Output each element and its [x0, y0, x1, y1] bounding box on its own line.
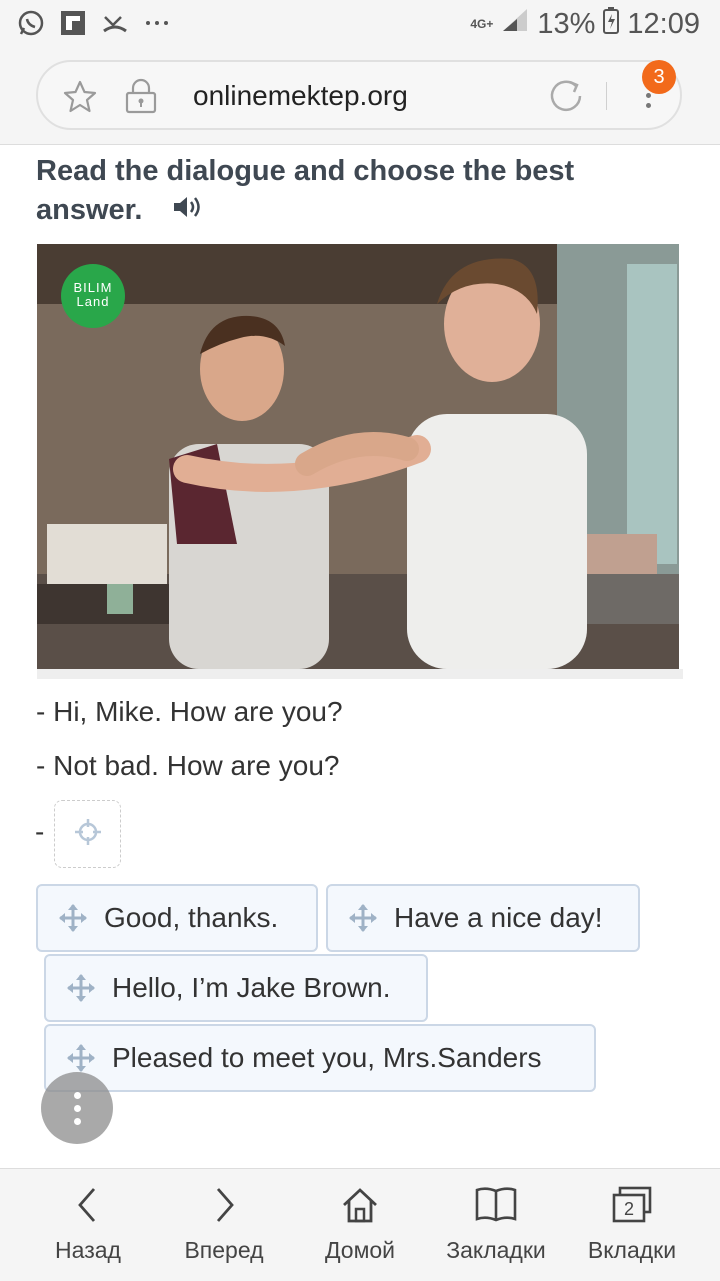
- tabs-count: 2: [624, 1199, 634, 1219]
- dialogue-line-3-prefix: -: [35, 816, 45, 847]
- move-icon: [66, 973, 96, 1003]
- question-instruction: Read the dialogue and choose the best an…: [36, 152, 656, 231]
- answer-option-1[interactable]: Good, thanks.: [36, 884, 318, 952]
- answer-option-2[interactable]: Have a nice day!: [326, 884, 640, 952]
- option-label: Hello, I’m Jake Brown.: [112, 972, 391, 1003]
- flipboard-icon: [58, 8, 88, 38]
- battery-icon: [603, 6, 620, 42]
- signal-icon: [501, 7, 529, 41]
- bilimland-logo: BILIM Land: [61, 264, 125, 328]
- nav-bookmarks[interactable]: Закладки: [426, 1169, 566, 1281]
- chevron-left-icon: [70, 1185, 106, 1230]
- book-icon: [474, 1185, 518, 1230]
- lock-icon[interactable]: [124, 78, 158, 119]
- nav-tabs-label: Вкладки: [587, 1237, 677, 1263]
- photo-border: [37, 669, 683, 679]
- option-label: Have a nice day!: [394, 902, 603, 933]
- dialogue-line-2: - Not bad. How are you?: [36, 750, 340, 781]
- answer-drop-zone[interactable]: [54, 800, 121, 868]
- move-icon: [58, 903, 88, 933]
- clock: 12:09: [627, 7, 700, 40]
- nav-back-label: Назад: [55, 1237, 121, 1263]
- missed-call-icon: [100, 8, 130, 38]
- answer-option-3[interactable]: Hello, I’m Jake Brown.: [44, 954, 428, 1022]
- notification-badge: 3: [642, 60, 676, 94]
- move-icon: [348, 903, 378, 933]
- option-label: Pleased to meet you, Mrs.Sanders: [112, 1042, 542, 1073]
- more-notifications-icon: [142, 8, 172, 38]
- tabs-icon: 2: [610, 1185, 654, 1230]
- nav-forward-label: Вперед: [184, 1237, 264, 1263]
- divider: [606, 82, 607, 110]
- speaker-icon[interactable]: [172, 192, 202, 231]
- answer-option-4[interactable]: Pleased to meet you, Mrs.Sanders: [44, 1024, 596, 1092]
- bottom-navigation: Назад Вперед Домой Закладки 2 Вкладки: [0, 1168, 720, 1281]
- floating-menu-button[interactable]: [41, 1072, 113, 1144]
- whatsapp-icon: [16, 8, 46, 38]
- dialogue-line-1: - Hi, Mike. How are you?: [36, 696, 343, 727]
- nav-home[interactable]: Домой: [290, 1169, 430, 1281]
- status-bar: 4G+ 13% 12:09: [0, 0, 720, 48]
- url-text[interactable]: onlinemektep.org: [193, 80, 408, 112]
- nav-back[interactable]: Назад: [18, 1169, 158, 1281]
- bookmark-star-icon[interactable]: [62, 79, 98, 120]
- address-bar[interactable]: onlinemektep.org 3: [36, 60, 682, 130]
- nav-bookmarks-label: Закладки: [446, 1237, 546, 1263]
- nav-forward[interactable]: Вперед: [154, 1169, 294, 1281]
- battery-percent: 13%: [537, 7, 596, 40]
- nav-tabs[interactable]: 2 Вкладки: [562, 1169, 702, 1281]
- network-type: 4G+: [470, 17, 494, 31]
- move-icon: [66, 1043, 96, 1073]
- nav-home-label: Домой: [324, 1237, 396, 1263]
- option-label: Good, thanks.: [104, 902, 279, 933]
- browser-toolbar: onlinemektep.org 3: [0, 48, 720, 145]
- reload-icon[interactable]: [546, 76, 586, 121]
- target-icon: [74, 818, 102, 851]
- home-icon: [340, 1185, 380, 1230]
- instruction-text: Read the dialogue and choose the best an…: [36, 155, 575, 226]
- chevron-right-icon: [206, 1185, 242, 1230]
- lesson-photo: BILIM Land: [37, 244, 679, 669]
